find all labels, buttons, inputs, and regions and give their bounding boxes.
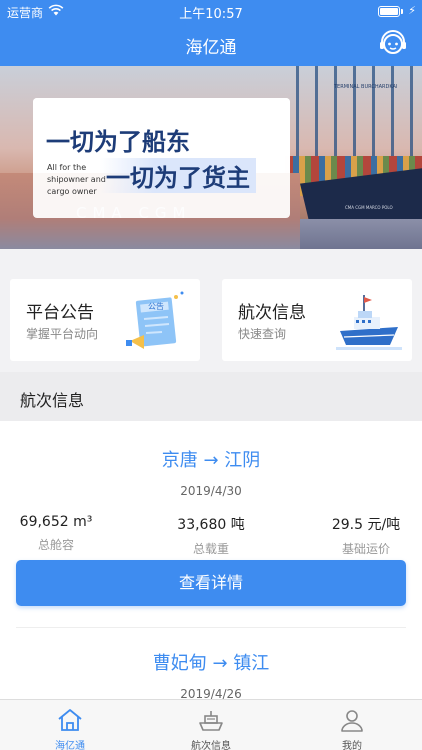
customer-service-icon[interactable] — [378, 29, 408, 59]
rate-stat: 29.5 元/吨 基础运价 — [296, 514, 422, 557]
voyage-title: 航次信息 — [238, 303, 306, 323]
voyage-date: 2019/4/30 — [180, 484, 242, 498]
ship-name: CMA CGM MARCO POLO — [345, 205, 393, 210]
announcement-icon: 公告 — [126, 291, 184, 349]
view-details-button[interactable]: 查看详情 — [16, 560, 406, 606]
status-bar: 运营商 上午10:57 ⚡ — [0, 0, 422, 22]
announcement-title: 平台公告 — [26, 303, 94, 323]
battery-icon — [378, 6, 400, 17]
clock: 上午10:57 — [179, 7, 243, 22]
announcement-subtitle: 掌握平台动向 — [26, 327, 99, 341]
terminal-sign: TERMINAL BURCHARDKAI — [334, 84, 398, 90]
ship-icon — [199, 711, 223, 731]
load-value: 33,680 吨 — [177, 517, 245, 533]
announcement-card[interactable]: 平台公告 掌握平台动向 公告 — [10, 279, 200, 361]
section-title: 航次信息 — [20, 391, 85, 410]
announcement-icon-text: 公告 — [148, 301, 164, 311]
section-header: 航次信息 — [0, 372, 422, 421]
tab-voyages-label: 航次信息 — [191, 741, 231, 750]
tab-bar: 海亿通 航次信息 我的 — [0, 699, 422, 750]
tab-home-label: 海亿通 — [55, 741, 85, 750]
list-divider — [16, 627, 406, 628]
capacity-value: 69,652 m³ — [19, 514, 93, 530]
load-label: 总载重 — [192, 542, 229, 556]
tab-profile-label: 我的 — [342, 741, 362, 750]
banner-slogan-sub: 一切为了货主 — [100, 158, 256, 193]
voyage-route[interactable]: 京唐 → 江阴 — [0, 446, 422, 472]
page-title: 海亿通 — [185, 38, 237, 58]
banner-slogan-main: 一切为了船东 — [46, 128, 190, 156]
voyage-route[interactable]: 曹妃甸 → 镇江 — [0, 649, 422, 675]
tab-profile[interactable]: 我的 — [282, 700, 422, 750]
capacity-label: 总舱容 — [37, 538, 74, 552]
tab-voyages[interactable]: 航次信息 — [141, 700, 281, 750]
ship-icon — [336, 295, 402, 350]
home-icon — [58, 709, 82, 731]
voyage-card[interactable]: 航次信息 快速查询 — [222, 279, 412, 361]
port-cranes — [280, 66, 422, 156]
load-stat: 33,680 吨 总载重 — [141, 514, 281, 557]
nav-bar: 海亿通 — [0, 22, 422, 66]
rate-label: 基础运价 — [341, 542, 390, 556]
tab-home[interactable]: 海亿通 — [0, 700, 140, 750]
rate-value: 29.5 元/吨 — [331, 517, 401, 533]
capacity-stat: 69,652 m³ 总舱容 — [0, 514, 126, 553]
battery-tip — [401, 9, 403, 14]
voyage-subtitle: 快速查询 — [238, 327, 287, 341]
voyage-date: 2019/4/26 — [180, 687, 242, 699]
charging-icon: ⚡ — [408, 4, 416, 17]
voyage-list[interactable]: 京唐 → 江阴 2019/4/30 69,652 m³ 总舱容 33,680 吨… — [0, 421, 422, 699]
user-icon — [341, 710, 363, 732]
